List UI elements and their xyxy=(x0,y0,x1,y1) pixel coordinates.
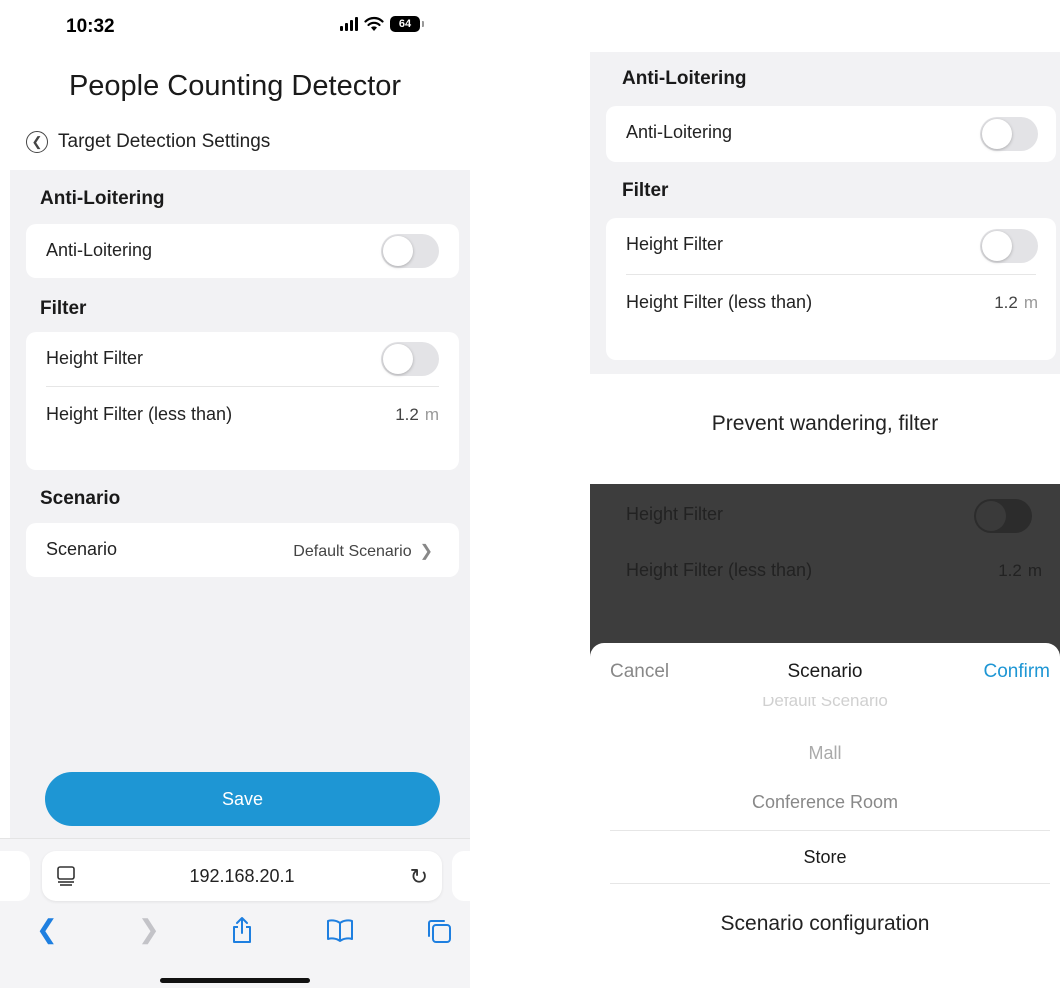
signal-icon xyxy=(340,17,358,31)
next-tab-stub[interactable] xyxy=(452,851,470,901)
anti-loitering-toggle[interactable] xyxy=(980,117,1038,151)
section-title-scenario: Scenario xyxy=(40,488,121,509)
url-text: 192.168.20.1 xyxy=(189,866,295,886)
anti-loitering-card: Anti-Loitering xyxy=(26,224,459,278)
divider xyxy=(46,386,439,387)
picker-selection-line-top xyxy=(610,830,1050,831)
anti-loitering-toggle[interactable] xyxy=(381,234,439,268)
status-icons: 64 xyxy=(340,16,424,32)
bookmarks-icon[interactable] xyxy=(326,918,354,942)
browser-nav: ❮ ❯ xyxy=(0,914,470,954)
home-indicator xyxy=(160,978,310,983)
reload-icon[interactable]: ↻ xyxy=(410,864,428,890)
forward-icon[interactable]: ❯ xyxy=(138,914,160,945)
height-unit: m xyxy=(424,405,439,424)
dimmed-height-value-num: 1.2 xyxy=(998,561,1022,580)
height-filter-toggle[interactable] xyxy=(381,342,439,376)
height-filter-value[interactable]: 1.2 m xyxy=(395,405,439,425)
status-bar: 10:32 64 xyxy=(0,0,470,52)
height-filter-less-label: Height Filter (less than) xyxy=(626,292,813,312)
section-title-filter: Filter xyxy=(622,180,669,201)
section-title-anti-loitering: Anti-Loitering xyxy=(622,68,747,89)
height-filter-label: Height Filter xyxy=(626,234,724,254)
prev-tab-stub[interactable] xyxy=(0,851,30,901)
tabs-icon[interactable] xyxy=(426,918,452,944)
back-chevron-icon: ❮ xyxy=(26,131,48,153)
filter-card: Height Filter Height Filter (less than) … xyxy=(606,218,1056,360)
picker-option-mall[interactable]: Mall xyxy=(590,743,1060,764)
chevron-right-icon: ❯ xyxy=(419,543,433,560)
height-value: 1.2 xyxy=(994,293,1018,312)
anti-loitering-card: Anti-Loitering xyxy=(606,106,1056,162)
left-phone-screen: 10:32 64 People Counting Detector ❮ Targ… xyxy=(0,0,470,988)
height-value: 1.2 xyxy=(395,405,419,424)
dimmed-height-filter-label: Height Filter xyxy=(626,504,724,524)
back-button[interactable]: ❮ Target Detection Settings xyxy=(26,131,270,153)
filter-card: Height Filter Height Filter (less than) … xyxy=(26,332,459,470)
picker-option-default[interactable]: Default Scenario xyxy=(590,697,1060,711)
height-filter-toggle[interactable] xyxy=(980,229,1038,263)
divider xyxy=(626,274,1036,275)
caption-scenario-configuration: Scenario configuration xyxy=(720,912,930,935)
anti-loitering-filter-panel: Anti-Loitering Anti-Loitering Filter Hei… xyxy=(590,52,1060,374)
picker-selection-line-bottom xyxy=(610,883,1050,884)
settings-area: Anti-Loitering Anti-Loitering Filter Hei… xyxy=(10,170,470,840)
browser-toolbar: 192.168.20.1 ↻ ❮ ❯ xyxy=(0,838,470,988)
wifi-icon xyxy=(364,16,384,31)
scenario-picker-sheet: Cancel Scenario Confirm Default Scenario… xyxy=(590,643,1060,924)
picker-option-store[interactable]: Store xyxy=(590,847,1060,868)
dimmed-height-less-label: Height Filter (less than) xyxy=(626,560,813,580)
section-title-anti-loitering: Anti-Loitering xyxy=(40,188,165,209)
address-bar[interactable]: 192.168.20.1 ↻ xyxy=(42,851,442,901)
confirm-button[interactable]: Confirm xyxy=(983,661,1050,683)
dimmed-height-unit: m xyxy=(1027,561,1042,580)
scenario-value: Default Scenario ❯ xyxy=(293,541,433,561)
height-filter-value[interactable]: 1.2 m xyxy=(994,293,1038,313)
scenario-value-text: Default Scenario xyxy=(293,543,412,560)
save-button[interactable]: Save xyxy=(45,772,440,826)
caption-prevent-wandering: Prevent wandering, filter xyxy=(711,412,939,435)
picker-option-conference-room[interactable]: Conference Room xyxy=(590,792,1060,813)
height-unit: m xyxy=(1023,293,1038,312)
back-label: Target Detection Settings xyxy=(58,131,271,152)
dimmed-height-value: 1.2 m xyxy=(998,561,1042,581)
battery-icon: 64 xyxy=(390,16,424,32)
anti-loitering-label: Anti-Loitering xyxy=(626,122,733,142)
scenario-picker-panel: Height Filter Height Filter (less than) … xyxy=(590,484,1060,924)
back-icon[interactable]: ❮ xyxy=(36,914,58,945)
page-title: People Counting Detector xyxy=(68,70,402,102)
status-time: 10:32 xyxy=(66,16,115,37)
share-icon[interactable] xyxy=(230,916,254,944)
scenario-card[interactable]: Scenario Default Scenario ❯ xyxy=(26,523,459,577)
dimmed-height-filter-toggle xyxy=(974,499,1032,533)
height-filter-less-label: Height Filter (less than) xyxy=(46,404,233,424)
section-title-filter: Filter xyxy=(40,298,87,319)
